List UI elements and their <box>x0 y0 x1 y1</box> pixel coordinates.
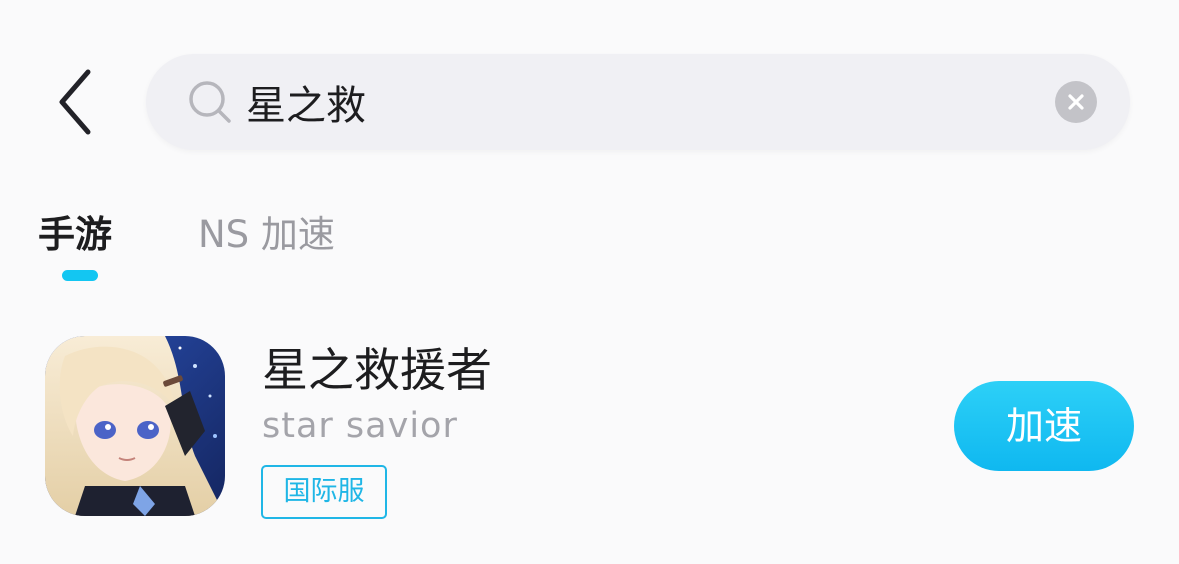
tab-ns-acceleration[interactable]: NS 加速 <box>198 210 335 260</box>
game-artwork <box>45 336 225 516</box>
tab-mobile-games[interactable]: 手游 <box>38 210 112 260</box>
clear-icon <box>1068 94 1084 110</box>
search-icon <box>189 81 231 123</box>
clear-search-button[interactable] <box>1055 81 1097 123</box>
chevron-left-icon <box>59 69 91 135</box>
search-bar[interactable] <box>146 54 1130 150</box>
accelerate-button[interactable]: 加速 <box>954 381 1134 471</box>
game-title[interactable]: 星之救援者 <box>262 340 492 400</box>
search-input[interactable] <box>246 72 1026 132</box>
game-subtitle: star savior <box>262 406 458 446</box>
server-region-badge: 国际服 <box>261 465 387 519</box>
back-button[interactable] <box>50 66 106 138</box>
active-tab-indicator <box>62 270 98 281</box>
game-icon[interactable] <box>45 336 225 516</box>
